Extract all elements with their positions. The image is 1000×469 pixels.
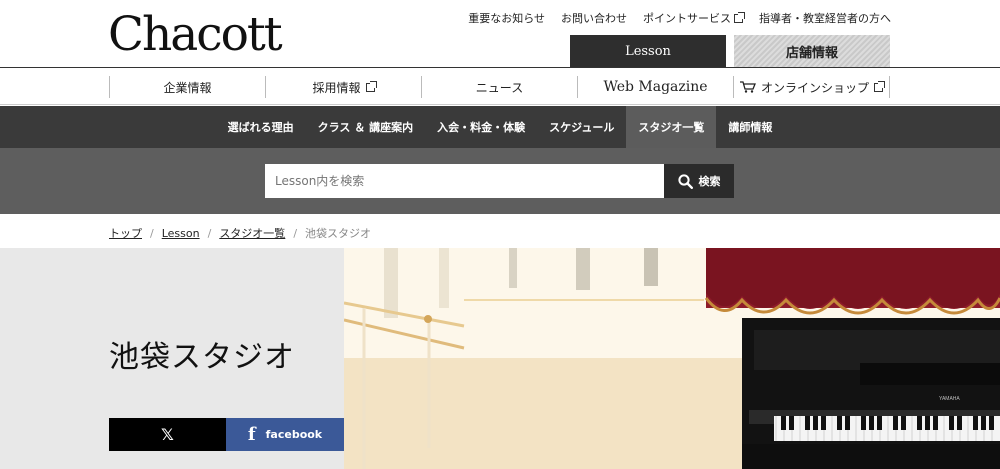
share-x-button[interactable]: 𝕏 <box>109 418 226 451</box>
gnav-news[interactable]: ニュース <box>421 76 577 98</box>
lnav-classes[interactable]: クラス ＆ 講座案内 <box>306 106 425 148</box>
page-title: 池袋スタジオ <box>109 340 295 375</box>
external-link-icon <box>734 11 745 23</box>
lnav-admission[interactable]: 入会・料金・体験 <box>425 106 537 148</box>
global-nav: 企業情報 採用情報 ニュース Web Magazine オンラインショップ <box>0 67 1000 105</box>
chacott-logo[interactable]: Chacott <box>108 6 283 64</box>
gnav-company[interactable]: 企業情報 <box>109 76 265 98</box>
x-icon: 𝕏 <box>161 425 174 444</box>
lesson-nav: 選ばれる理由 クラス ＆ 講座案内 入会・料金・体験 スケジュール スタジオ一覧… <box>0 106 1000 148</box>
search-button[interactable]: 検索 <box>664 164 734 198</box>
link-important-notice[interactable]: 重要なお知らせ <box>468 10 545 26</box>
search-icon <box>677 173 693 189</box>
cart-icon <box>739 81 756 93</box>
gnav-web-magazine[interactable]: Web Magazine <box>577 76 733 98</box>
link-point-service[interactable]: ポイントサービス <box>643 10 745 26</box>
search-band: 検索 <box>0 148 1000 214</box>
breadcrumb-lesson[interactable]: Lesson <box>162 227 200 240</box>
search-input[interactable] <box>265 164 665 198</box>
breadcrumb-separator: / <box>150 226 154 240</box>
breadcrumb-studio-list[interactable]: スタジオ一覧 <box>219 225 285 241</box>
lnav-schedule[interactable]: スケジュール <box>537 106 626 148</box>
gnav-online-shop[interactable]: オンラインショップ <box>733 76 890 98</box>
studio-photo: YAMAHA <box>344 248 1000 469</box>
link-contact[interactable]: お問い合わせ <box>561 10 627 26</box>
breadcrumb-current: 池袋スタジオ <box>305 227 372 240</box>
breadcrumb-separator: / <box>293 226 298 240</box>
lnav-reasons[interactable]: 選ばれる理由 <box>216 106 306 148</box>
site-header: Chacott 重要なお知らせ お問い合わせ ポイントサービス 指導者・教室経営… <box>0 0 1000 67</box>
breadcrumb: トップ / Lesson / スタジオ一覧 / 池袋スタジオ <box>109 225 371 241</box>
external-link-icon <box>365 80 377 92</box>
breadcrumb-separator: / <box>207 226 212 240</box>
tab-store-info[interactable]: 店舗情報 <box>734 35 890 67</box>
lnav-instructors[interactable]: 講師情報 <box>716 106 784 148</box>
utility-links: 重要なお知らせ お問い合わせ ポイントサービス 指導者・教室経営者の方へ <box>468 10 891 26</box>
piano-brand: YAMAHA <box>939 396 960 402</box>
studio-hero-image: YAMAHA <box>344 248 1000 469</box>
tab-lesson[interactable]: Lesson <box>570 35 726 67</box>
facebook-icon: f <box>247 424 256 445</box>
share-facebook-button[interactable]: f facebook <box>226 418 344 451</box>
gnav-recruit[interactable]: 採用情報 <box>265 76 421 98</box>
breadcrumb-top[interactable]: トップ <box>109 225 142 241</box>
external-link-icon <box>874 80 885 92</box>
link-instructors[interactable]: 指導者・教室経営者の方へ <box>759 10 891 26</box>
lnav-studio-list[interactable]: スタジオ一覧 <box>626 106 717 148</box>
